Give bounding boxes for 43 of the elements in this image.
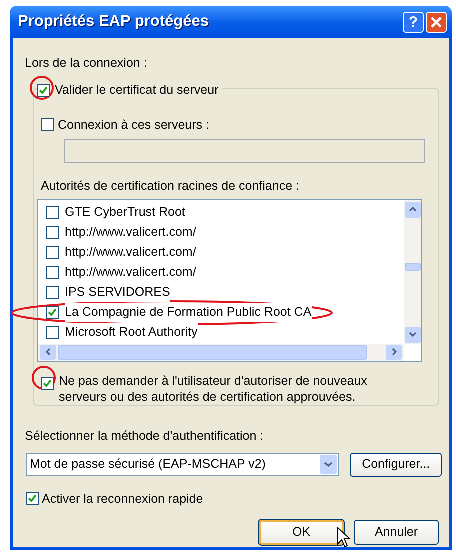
close-icon <box>431 16 442 28</box>
checkbox[interactable] <box>46 206 59 220</box>
ok-button[interactable]: OK <box>259 520 344 546</box>
dropdown-icon[interactable] <box>320 455 338 474</box>
checkbox-label: Connexion à ces serveurs : <box>58 116 210 134</box>
checkbox[interactable] <box>46 306 59 320</box>
check-icon <box>43 378 52 388</box>
window-title: Propriétés EAP protégées <box>18 12 209 32</box>
checkbox[interactable] <box>26 492 39 506</box>
check-icon <box>28 494 37 504</box>
checkbox-label: Valider le certificat du serveur <box>55 82 219 99</box>
checkbox[interactable] <box>46 226 59 240</box>
scroll-thumb[interactable] <box>58 344 367 360</box>
scroll-left-icon[interactable] <box>40 344 56 360</box>
highlight-ellipse <box>30 76 54 100</box>
checkbox[interactable] <box>46 326 59 340</box>
horizontal-scrollbar[interactable] <box>38 344 404 361</box>
scroll-right-icon[interactable] <box>386 344 402 360</box>
highlight-ellipse <box>32 366 56 390</box>
checkbox-label: Ne pas demander à l'utilisateur d'autoriser de nouveaux serveurs ou des autorités de certification approuvées. <box>59 372 368 405</box>
checkbox[interactable] <box>41 376 54 390</box>
cursor-icon <box>337 527 351 549</box>
section-label: Lors de la connexion : <box>25 55 148 72</box>
method-dropdown[interactable]: Mot de passe sécurisé (EAP-MSCHAP v2) <box>26 453 340 476</box>
checkbox[interactable] <box>37 84 50 97</box>
cancel-button[interactable]: Annuler <box>354 520 439 546</box>
section-label: Autorités de certification racines de confiance : <box>41 178 300 195</box>
scroll-thumb[interactable] <box>404 262 420 271</box>
close-button[interactable] <box>426 12 447 32</box>
scroll-up-icon[interactable] <box>404 202 420 218</box>
list-item-label: La Compagnie de Formation Public Root CA <box>65 303 312 322</box>
help-button[interactable]: ? <box>403 12 424 32</box>
check-icon <box>48 308 57 318</box>
scroll-down-icon[interactable] <box>404 326 420 343</box>
checkbox[interactable] <box>46 266 59 280</box>
checkbox[interactable] <box>41 118 54 132</box>
configure-button[interactable]: Configurer... <box>350 452 442 476</box>
checkbox[interactable] <box>46 286 59 300</box>
vertical-scrollbar[interactable] <box>404 200 421 344</box>
section-label: Sélectionner la méthode d'authentification : <box>25 428 265 445</box>
check-icon <box>39 86 48 95</box>
checkbox-label: Activer la reconnexion rapide <box>42 490 204 508</box>
checkbox[interactable] <box>46 246 59 260</box>
